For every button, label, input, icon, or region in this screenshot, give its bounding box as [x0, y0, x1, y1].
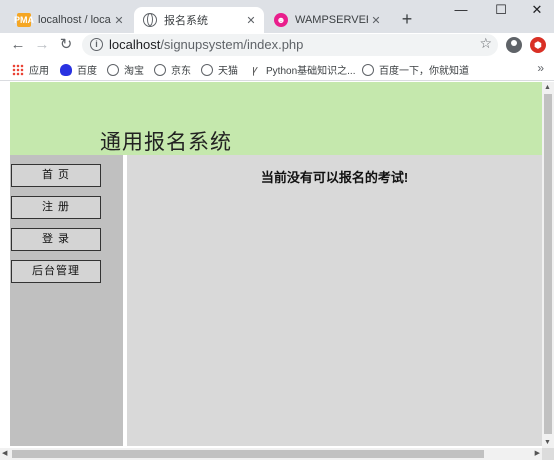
bookmark-label: 淘宝 [124, 66, 144, 77]
tab-wampserver[interactable]: ☻ WAMPSERVER Ho ✕ [265, 7, 389, 33]
bookmark-baidu[interactable]: 百度 [60, 62, 97, 77]
bookmark-python[interactable]: ꝩ Python基础知识之... [249, 62, 356, 78]
login-button[interactable]: 登 录 [11, 228, 101, 251]
phpmyadmin-icon: PMA [14, 13, 34, 27]
page-viewport: 通用报名系统 首 页 注 册 登 录 后台管理 当前没有可以报名的考试! ▲ ▼… [0, 82, 554, 461]
globe-icon [154, 63, 166, 76]
url-path: /signupsystem/index.php [160, 37, 304, 52]
close-window-button[interactable]: ✕ [518, 0, 554, 22]
tab-label: 报名系统 [164, 15, 208, 27]
page-header: 通用报名系统 [10, 82, 542, 155]
bookmarks-more-button[interactable]: » [537, 61, 544, 75]
bookmark-baidu-search[interactable]: 百度一下，你就知道 [362, 62, 469, 77]
info-icon[interactable]: i [90, 38, 103, 51]
home-button[interactable]: 首 页 [11, 164, 101, 187]
page-layout: 通用报名系统 首 页 注 册 登 录 后台管理 当前没有可以报名的考试! [10, 82, 542, 446]
globe-icon [107, 63, 119, 76]
tab-localhost[interactable]: PMA localhost / localhost ✕ [8, 7, 132, 33]
main-content: 当前没有可以报名的考试! [127, 155, 542, 446]
bookmark-label: 京东 [171, 66, 191, 77]
bookmark-label: 天猫 [218, 66, 238, 77]
browser-window: PMA localhost / localhost ✕ 报名系统 ✕ ☻ WAM… [0, 0, 554, 461]
bookmark-tmall[interactable]: 天猫 [201, 62, 238, 77]
sidebar-nav: 首 页 注 册 登 录 后台管理 [10, 155, 123, 446]
scroll-right-icon[interactable]: ▶ [535, 449, 540, 457]
apps-grid-icon [12, 63, 24, 76]
bookmark-label: 百度一下，你就知道 [379, 66, 469, 77]
python-icon: ꝩ [252, 63, 258, 76]
tab-signup-system[interactable]: 报名系统 ✕ [134, 7, 264, 33]
vertical-scrollbar[interactable]: ▲ ▼ [542, 82, 554, 448]
url-text[interactable]: localhost/signupsystem/index.php [109, 37, 303, 52]
reload-icon[interactable]: ↻ [56, 35, 76, 55]
no-exam-notice: 当前没有可以报名的考试! [260, 170, 409, 185]
bookmark-label: Python基础知识之... [266, 66, 356, 77]
globe-icon [362, 63, 374, 76]
bookmark-apps[interactable]: 应用 [12, 62, 49, 77]
register-button[interactable]: 注 册 [11, 196, 101, 219]
close-icon[interactable]: ✕ [111, 14, 127, 27]
close-icon[interactable]: ✕ [368, 14, 384, 27]
baidu-icon [60, 63, 72, 76]
browser-toolbar: ← → ↻ i localhost/signupsystem/index.php… [0, 33, 554, 57]
scroll-down-icon[interactable]: ▼ [544, 439, 551, 446]
scroll-up-icon[interactable]: ▲ [544, 84, 551, 91]
admin-button[interactable]: 后台管理 [11, 260, 101, 283]
close-icon[interactable]: ✕ [243, 14, 259, 27]
address-bar[interactable]: i localhost/signupsystem/index.php ☆ [82, 34, 498, 56]
wampserver-icon: ☻ [274, 13, 288, 27]
globe-icon [201, 63, 213, 76]
new-tab-button[interactable]: + [396, 8, 418, 30]
horizontal-scroll-thumb[interactable] [12, 450, 484, 458]
bookmark-label: 百度 [77, 66, 97, 77]
bookmark-label: 应用 [29, 66, 49, 77]
bookmark-jd[interactable]: 京东 [154, 62, 191, 77]
scroll-left-icon[interactable]: ◀ [2, 449, 7, 457]
extension-icon[interactable]: ⬢ [530, 37, 546, 53]
globe-icon [143, 13, 157, 27]
profile-icon[interactable] [506, 37, 522, 53]
minimize-button[interactable]: — [442, 0, 480, 22]
scrollbar-corner [542, 448, 554, 460]
forward-arrow-icon[interactable]: → [32, 35, 52, 55]
tab-label: WAMPSERVER Ho [295, 14, 368, 26]
maximize-button[interactable]: ☐ [482, 0, 520, 22]
tab-label: localhost / localhost [38, 14, 111, 26]
tab-strip: PMA localhost / localhost ✕ 报名系统 ✕ ☻ WAM… [0, 0, 554, 33]
page-title: 通用报名系统 [100, 130, 232, 154]
back-arrow-icon[interactable]: ← [8, 35, 28, 55]
bookmarks-bar: 应用 百度 淘宝 京东 天猫 ꝩ Python基础知识之... 百度一下，你就知… [0, 57, 554, 81]
star-icon[interactable]: ☆ [479, 35, 492, 52]
horizontal-scrollbar[interactable]: ◀ ▶ [0, 448, 542, 460]
bookmark-taobao[interactable]: 淘宝 [107, 62, 144, 77]
url-host: localhost [109, 37, 161, 52]
vertical-scroll-thumb[interactable] [544, 94, 552, 434]
